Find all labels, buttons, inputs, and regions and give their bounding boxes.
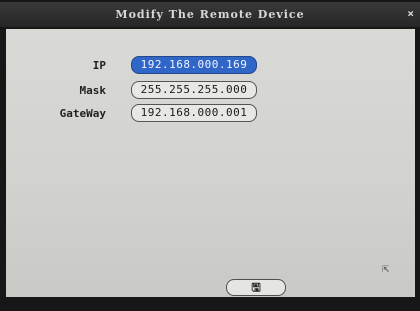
gateway-label: GateWay — [59, 107, 106, 120]
title-bar: Modify The Remote Device × — [0, 2, 420, 27]
mask-field[interactable]: 255.255.255.000 — [131, 81, 257, 99]
ip-label: IP — [92, 59, 106, 72]
save-icon: 🖫 — [251, 281, 261, 294]
mask-row: Mask 255.255.255.000 — [6, 81, 415, 101]
gateway-row: GateWay 192.168.000.001 — [6, 104, 415, 124]
save-button[interactable]: 🖫 — [226, 279, 286, 296]
close-icon[interactable]: × — [407, 7, 414, 20]
ip-field[interactable]: 192.168.000.169 — [131, 56, 257, 74]
screen: Modify The Remote Device × IP 192.168.00… — [0, 0, 420, 311]
window-title: Modify The Remote Device — [115, 8, 305, 21]
mouse-cursor-icon: ⇱ — [382, 261, 390, 275]
ip-row: IP 192.168.000.169 — [6, 56, 415, 76]
dialog-panel: IP 192.168.000.169 Mask 255.255.255.000 … — [6, 29, 415, 297]
gateway-field[interactable]: 192.168.000.001 — [131, 104, 257, 122]
mask-label: Mask — [79, 84, 107, 97]
